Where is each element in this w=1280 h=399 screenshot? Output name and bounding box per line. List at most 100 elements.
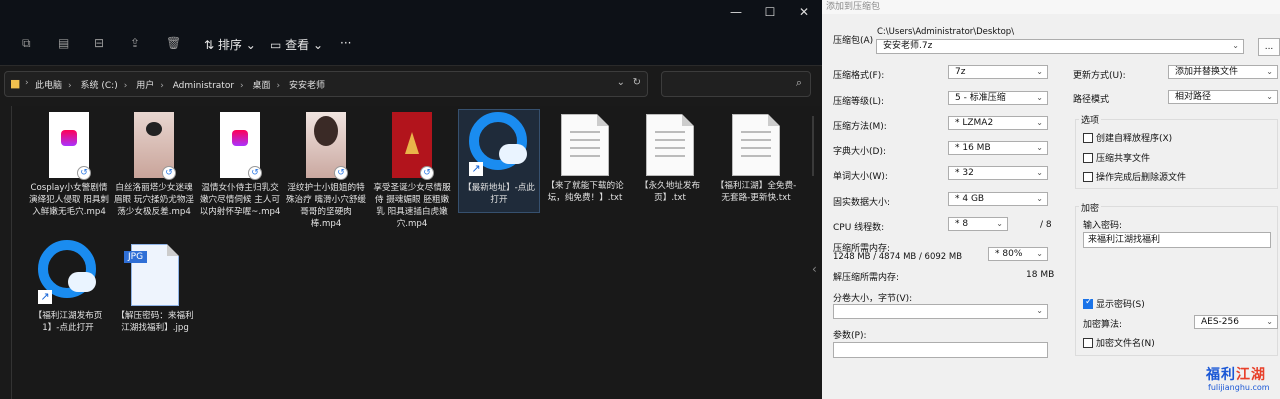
chevron-down-icon: ⌄ bbox=[1036, 306, 1043, 315]
level-label: 压缩等级(L): bbox=[833, 97, 885, 107]
image-file-icon: JPG bbox=[124, 244, 179, 306]
file-item[interactable]: ↺ 淫纹护士小姐姐的特殊治疗 嘴滑小穴舒缓哥哥的坚硬肉棒.mp4 bbox=[285, 112, 367, 230]
chevron-down-icon: ⌄ bbox=[1036, 93, 1043, 102]
paste-icon[interactable]: ▤ bbox=[58, 36, 69, 50]
file-item[interactable]: JPG 【解压密码：来福利江湖找福利】.jpg bbox=[114, 244, 196, 334]
video-thumbnail: ↺ bbox=[220, 112, 262, 180]
breadcrumb-item[interactable]: 系统 (C:) bbox=[81, 81, 118, 91]
more-button[interactable]: ··· bbox=[340, 36, 351, 50]
maximize-button[interactable]: ☐ bbox=[752, 0, 788, 24]
text-file-icon bbox=[646, 114, 694, 176]
watermark-logo: 福利江湖 fulijianghu.com bbox=[1206, 364, 1280, 399]
dialog-title: 添加到压缩包 bbox=[822, 0, 1280, 14]
address-bar[interactable]: ■ › 此电脑 › 系统 (C:) › 用户 › Administrator › 桌面 ›… bbox=[4, 71, 648, 97]
delete-icon[interactable]: 🗑 bbox=[166, 36, 181, 50]
chevron-down-icon: ⌄ bbox=[1036, 118, 1043, 127]
encryption-method-label: 加密算法: bbox=[1083, 320, 1123, 330]
file-name: 【解压密码：来福利江湖找福利】.jpg bbox=[116, 311, 194, 333]
sort-icon: ⇅ bbox=[204, 38, 218, 52]
collapse-chevron-icon[interactable]: ‹ bbox=[812, 262, 822, 278]
folder-icon: ■ bbox=[10, 77, 21, 90]
breadcrumb-item[interactable]: 安安老师 bbox=[289, 81, 325, 91]
solid-select[interactable]: * 4 GB ⌄ bbox=[948, 192, 1048, 206]
video-thumbnail: ↺ bbox=[392, 112, 434, 180]
update-label: 更新方式(U): bbox=[1073, 71, 1126, 81]
show-password-checkbox[interactable]: 显示密码(S) bbox=[1083, 297, 1145, 310]
shared-badge-icon: ↺ bbox=[334, 166, 348, 180]
file-item[interactable]: 【来了就能下载的论坛，纯免费！】.txt bbox=[544, 114, 626, 204]
watermark-title-b: 江湖 bbox=[1236, 367, 1266, 383]
word-select[interactable]: * 32 ⌄ bbox=[948, 166, 1048, 180]
file-item[interactable]: ↺ 温情女仆侍主归乳交嫩穴尽情伺候 主人可以内射怀孕喔~.mp4 bbox=[199, 112, 281, 218]
chevron-down-icon[interactable]: ⌄ bbox=[617, 77, 625, 88]
breadcrumb-item[interactable]: 桌面 bbox=[253, 81, 271, 91]
sort-button[interactable]: ⇅ 排序 ⌄ bbox=[204, 36, 256, 53]
refresh-icon[interactable]: ↻ bbox=[633, 77, 641, 88]
mem-percent-select[interactable]: * 80% ⌄ bbox=[988, 247, 1048, 261]
file-item[interactable]: ↺ 白丝洛丽塔少女迷魂眉眼 玩穴揉奶尤物淫荡少女极反差.mp4 bbox=[113, 112, 195, 218]
password-input[interactable]: 来福利江湖找福利 bbox=[1083, 232, 1271, 248]
video-thumbnail: ↺ bbox=[49, 112, 91, 180]
breadcrumb-item[interactable]: 此电脑 bbox=[35, 81, 62, 91]
params-input[interactable] bbox=[833, 342, 1048, 358]
create-sfx-checkbox[interactable]: 创建自释放程序(X) bbox=[1083, 131, 1172, 144]
password-label: 输入密码: bbox=[1083, 221, 1123, 231]
split-select[interactable]: ⌄ bbox=[833, 304, 1048, 319]
file-explorer-window: — ☐ ✕ ⧉ ▤ ⊟ ⇪ 🗑 ⇅ 排序 ⌄ ▭ 查看 ⌄ ··· ■ › 此电… bbox=[0, 0, 822, 399]
method-value: * LZMA2 bbox=[955, 118, 994, 128]
shared-badge-icon: ↺ bbox=[248, 166, 262, 180]
format-value: 7z bbox=[955, 67, 966, 77]
chevron-down-icon: ⌄ bbox=[1266, 92, 1273, 101]
update-select[interactable]: 添加并替换文件 ⌄ bbox=[1168, 65, 1278, 79]
browser-shortcut-icon: ↗ bbox=[465, 110, 533, 178]
archive-label: 压缩包(A) bbox=[833, 36, 874, 46]
dict-label: 字典大小(D): bbox=[833, 147, 886, 157]
method-select[interactable]: * LZMA2 ⌄ bbox=[948, 116, 1048, 130]
encrypt-filenames-checkbox[interactable]: 加密文件名(N) bbox=[1083, 336, 1155, 349]
breadcrumb-item[interactable]: 用户 bbox=[136, 81, 154, 91]
close-button[interactable]: ✕ bbox=[786, 0, 822, 24]
format-select[interactable]: 7z ⌄ bbox=[948, 65, 1048, 79]
file-item[interactable]: ↺ Cosplay小女警剧情演绎犯人侵取 阳具刺入鲜嫩无毛穴.mp4 bbox=[28, 112, 110, 218]
browse-button[interactable]: ... bbox=[1258, 38, 1280, 56]
shared-badge-icon: ↺ bbox=[162, 166, 176, 180]
breadcrumb-item[interactable]: Administrator bbox=[173, 81, 234, 91]
level-value: 5 - 标准压缩 bbox=[955, 93, 1006, 103]
jpg-label: JPG bbox=[124, 251, 148, 263]
navigation-pane[interactable] bbox=[0, 106, 12, 399]
show-password-label: 显示密码(S) bbox=[1096, 300, 1145, 310]
search-icon: ⌕ bbox=[795, 76, 802, 89]
path-mode-select[interactable]: 相对路径 ⌄ bbox=[1168, 90, 1278, 104]
file-item[interactable]: 【永久地址发布页】.txt bbox=[629, 114, 711, 204]
view-button[interactable]: ▭ 查看 ⌄ bbox=[270, 36, 323, 53]
archive-name-combo[interactable]: 安安老师.7z ⌄ bbox=[876, 39, 1244, 54]
decomp-label: 解压缩所需内存: bbox=[833, 273, 900, 283]
cpu-value: * 8 bbox=[955, 219, 969, 229]
rename-icon[interactable]: ⊟ bbox=[94, 36, 104, 50]
delete-after-checkbox[interactable]: 操作完成后删除源文件 bbox=[1083, 170, 1186, 183]
minimize-button[interactable]: — bbox=[718, 0, 754, 24]
share-icon[interactable]: ⇪ bbox=[130, 36, 140, 50]
file-item[interactable]: ↺ 享受圣诞少女尽情服侍 摄魂媚眼 胚粗嫩乳 阳具速插白虎嫩穴.mp4 bbox=[371, 112, 453, 230]
file-name: Cosplay小女警剧情演绎犯人侵取 阳具刺入鲜嫩无毛穴.mp4 bbox=[28, 183, 110, 217]
level-select[interactable]: 5 - 标准压缩 ⌄ bbox=[948, 91, 1048, 105]
chevron-down-icon: ⌄ bbox=[1232, 41, 1239, 50]
copy-icon[interactable]: ⧉ bbox=[22, 36, 31, 51]
compress-shared-checkbox[interactable]: 压缩共享文件 bbox=[1083, 151, 1150, 164]
scrollbar[interactable] bbox=[808, 112, 818, 399]
add-to-archive-dialog: 添加到压缩包 压缩包(A) C:\Users\Administrator\Des… bbox=[822, 0, 1280, 399]
shortcut-arrow-icon: ↗ bbox=[38, 290, 52, 304]
dict-select[interactable]: * 16 MB ⌄ bbox=[948, 141, 1048, 155]
params-label: 参数(P): bbox=[833, 331, 867, 341]
method-label: 压缩方法(M): bbox=[833, 122, 887, 132]
encryption-method-select[interactable]: AES-256 ⌄ bbox=[1194, 315, 1278, 329]
file-item[interactable]: ↗ 【最新地址】-点此打开 bbox=[458, 109, 540, 213]
watermark-url: fulijianghu.com bbox=[1208, 383, 1270, 392]
file-item[interactable]: 【福利江湖】全免费-无套路-更新快.txt bbox=[715, 114, 797, 204]
file-item[interactable]: ↗ 【福利江湖发布页1】-点此打开 bbox=[27, 238, 109, 334]
search-input[interactable]: ⌕ bbox=[661, 71, 811, 97]
title-bar: — ☐ ✕ bbox=[0, 0, 822, 24]
video-thumbnail: ↺ bbox=[306, 112, 348, 180]
cpu-select[interactable]: * 8 ⌄ bbox=[948, 217, 1008, 231]
format-label: 压缩格式(F): bbox=[833, 71, 885, 81]
